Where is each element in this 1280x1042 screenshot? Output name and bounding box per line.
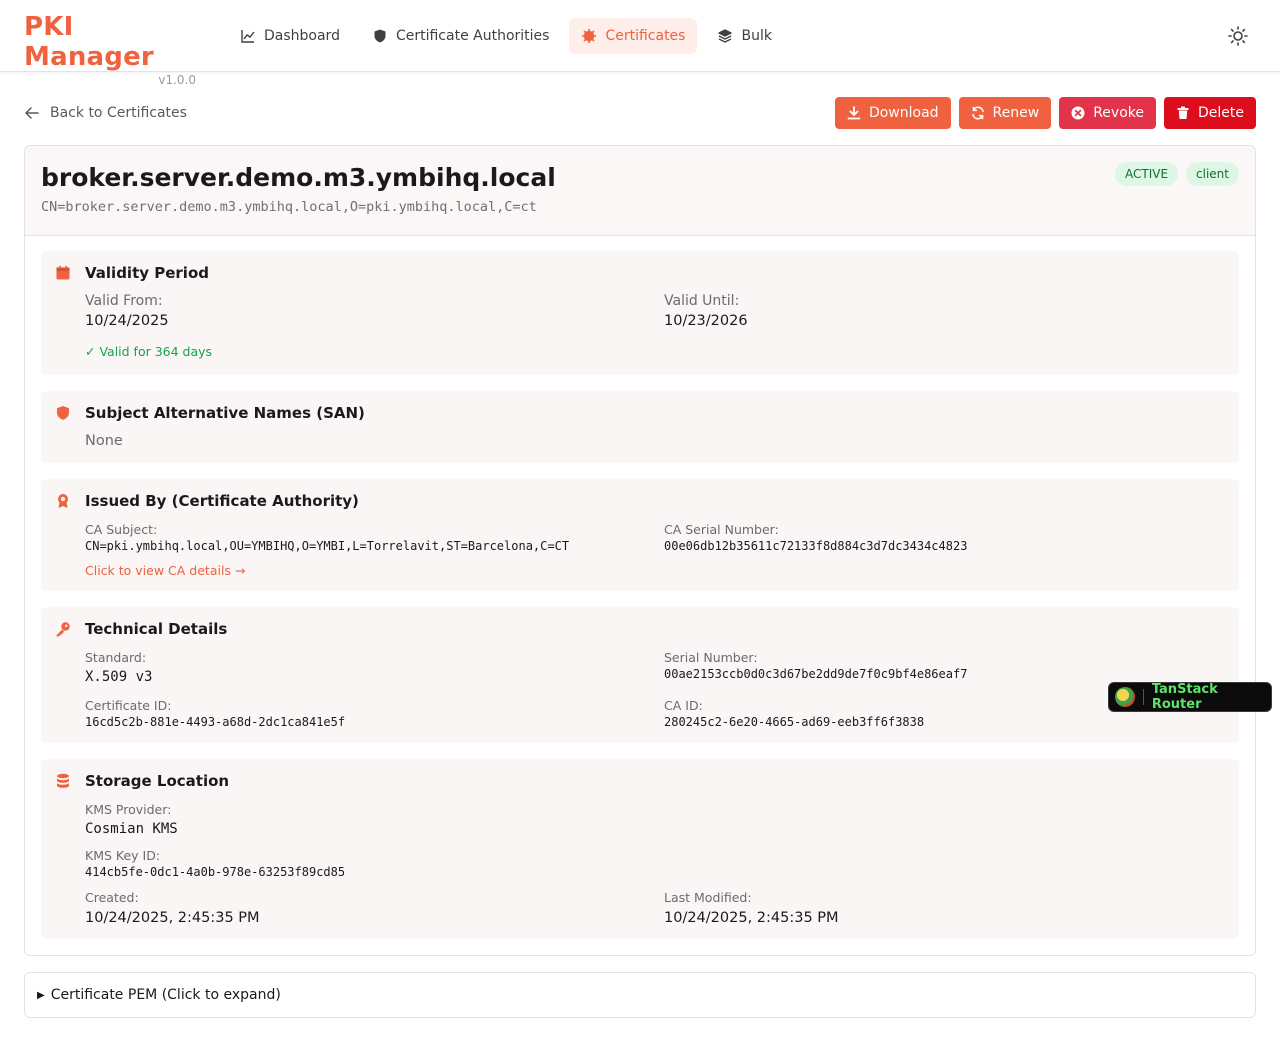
certificate-icon: [582, 29, 597, 43]
certificate-pem-label: Certificate PEM (Click to expand): [50, 987, 281, 1003]
ca-id-label: CA ID:: [664, 698, 703, 713]
certificate-actions: Download Renew Revoke Delete: [834, 97, 1256, 129]
san-section: Subject Alternative Names (SAN) None: [41, 391, 1239, 463]
devtools-label: TanStack Router: [1151, 682, 1218, 712]
brand[interactable]: PKI Manager v1.0.0: [24, 12, 196, 88]
issuer-section: Issued By (Certificate Authority) CA Sub…: [41, 479, 1239, 591]
certificate-subject-dn: CN=broker.server.demo.m3.ymbihq.local,O=…: [41, 199, 537, 215]
certificate-id-label: Certificate ID:: [85, 698, 172, 713]
type-badge: client: [1186, 162, 1239, 186]
certificate-id-value: 16cd5c2b-881e-4493-a68d-2dc1ca841e5f: [85, 715, 346, 729]
devtools-divider: [1142, 689, 1144, 705]
ca-id-value: 280245c2-6e20-4665-ad69-eeb3ff6f3838: [664, 715, 925, 729]
valid-from-value: 10/24/2025: [85, 313, 169, 329]
top-navbar: PKI Manager v1.0.0 Dashboard Certificate…: [0, 0, 1280, 87]
tanstack-logo-icon: [1115, 687, 1135, 707]
renew-button-label: Renew: [992, 105, 1040, 121]
last-modified-label: Last Modified:: [664, 890, 752, 905]
kms-provider-value: Cosmian KMS: [85, 821, 178, 837]
storage-title: Storage Location: [85, 772, 230, 790]
issuer-title: Issued By (Certificate Authority): [85, 492, 359, 510]
renew-button[interactable]: Renew: [958, 97, 1052, 129]
trash-icon: [1177, 106, 1189, 119]
san-title: Subject Alternative Names (SAN): [85, 404, 365, 422]
serial-number-value: 00ae2153ccb0d0c3d67be2dd9de7f0c9bf4e86ea…: [664, 667, 968, 681]
ca-serial-value: 00e06db12b35611c72133f8d884c3d7dc3434c48…: [664, 539, 968, 553]
technical-title: Technical Details: [85, 620, 228, 638]
nav-certificate-authorities[interactable]: Certificate Authorities: [360, 18, 561, 54]
kms-key-id-value: 414cb5fe-0dc1-4a0b-978e-63253f89cd85: [85, 865, 346, 879]
last-modified-value: 10/24/2025, 2:45:35 PM: [664, 910, 839, 926]
standard-value: X.509 v3: [85, 669, 153, 685]
shield-icon: [57, 406, 69, 420]
back-to-certificates-link[interactable]: Back to Certificates: [24, 102, 187, 124]
download-button[interactable]: Download: [834, 97, 951, 129]
app-version: v1.0.0: [158, 73, 196, 87]
sun-icon[interactable]: [1226, 24, 1250, 48]
nav-dashboard-label: Dashboard: [264, 28, 340, 44]
main-nav: Dashboard Certificate Authorities Certif…: [228, 18, 784, 54]
revoke-button[interactable]: Revoke: [1059, 97, 1156, 129]
download-icon: [847, 106, 861, 120]
award-icon: [58, 494, 68, 508]
refresh-icon: [971, 106, 984, 120]
tanstack-router-devtools-button[interactable]: TanStack Router: [1108, 682, 1272, 712]
status-badge: ACTIVE: [1114, 162, 1179, 186]
shield-icon: [374, 29, 386, 43]
view-ca-details-link[interactable]: Click to view CA details →: [85, 563, 245, 578]
x-circle-icon: [1071, 106, 1085, 120]
validity-section: Validity Period Valid From: 10/24/2025 V…: [41, 251, 1239, 375]
database-icon: [57, 773, 69, 788]
kms-key-id-label: KMS Key ID:: [85, 848, 161, 863]
calendar-icon: [56, 265, 70, 280]
nav-dashboard[interactable]: Dashboard: [228, 18, 352, 54]
arrow-left-icon: [25, 107, 39, 119]
valid-until-value: 10/23/2026: [664, 313, 748, 329]
nav-certificate-authorities-label: Certificate Authorities: [395, 28, 550, 44]
back-link-label: Back to Certificates: [50, 105, 187, 121]
app-title[interactable]: PKI Manager: [24, 12, 196, 72]
validity-status: ✓ Valid for 364 days: [85, 344, 213, 359]
ca-subject-value: CN=pki.ymbihq.local,OU=YMBIHQ,O=YMBI,L=T…: [85, 539, 570, 553]
kms-provider-label: KMS Provider:: [85, 802, 172, 817]
valid-from-label: Valid From:: [85, 293, 163, 309]
certificate-pem-toggle[interactable]: ▶ Certificate PEM (Click to expand): [24, 972, 1256, 1018]
nav-bulk[interactable]: Bulk: [705, 18, 783, 54]
download-button-label: Download: [868, 105, 939, 121]
created-label: Created:: [85, 890, 139, 905]
nav-bulk-label: Bulk: [741, 28, 772, 44]
nav-certificates[interactable]: Certificates: [569, 18, 698, 54]
revoke-button-label: Revoke: [1093, 105, 1144, 121]
validity-title: Validity Period: [85, 264, 209, 282]
layers-icon: [718, 29, 733, 43]
san-value: None: [85, 433, 123, 449]
ca-subject-label: CA Subject:: [85, 522, 158, 537]
chart-line-icon: [241, 30, 255, 43]
certificate-detail-card: broker.server.demo.m3.ymbihq.local CN=br…: [24, 145, 1256, 956]
ca-serial-label: CA Serial Number:: [664, 522, 779, 537]
storage-section: Storage Location KMS Provider: Cosmian K…: [41, 759, 1239, 939]
delete-button-label: Delete: [1198, 105, 1244, 121]
nav-certificates-label: Certificates: [605, 28, 686, 44]
standard-label: Standard:: [85, 650, 147, 665]
delete-button[interactable]: Delete: [1164, 97, 1256, 129]
expand-triangle-icon: ▶: [37, 989, 45, 1001]
key-icon: [56, 622, 70, 637]
certificate-badges: ACTIVE client: [1114, 162, 1239, 186]
technical-section: Technical Details Standard: X.509 v3 Ser…: [41, 607, 1239, 743]
created-value: 10/24/2025, 2:45:35 PM: [85, 910, 260, 926]
certificate-header: broker.server.demo.m3.ymbihq.local CN=br…: [25, 146, 1255, 236]
serial-number-label: Serial Number:: [664, 650, 758, 665]
certificate-title: broker.server.demo.m3.ymbihq.local: [41, 163, 556, 192]
valid-until-label: Valid Until:: [664, 293, 740, 309]
